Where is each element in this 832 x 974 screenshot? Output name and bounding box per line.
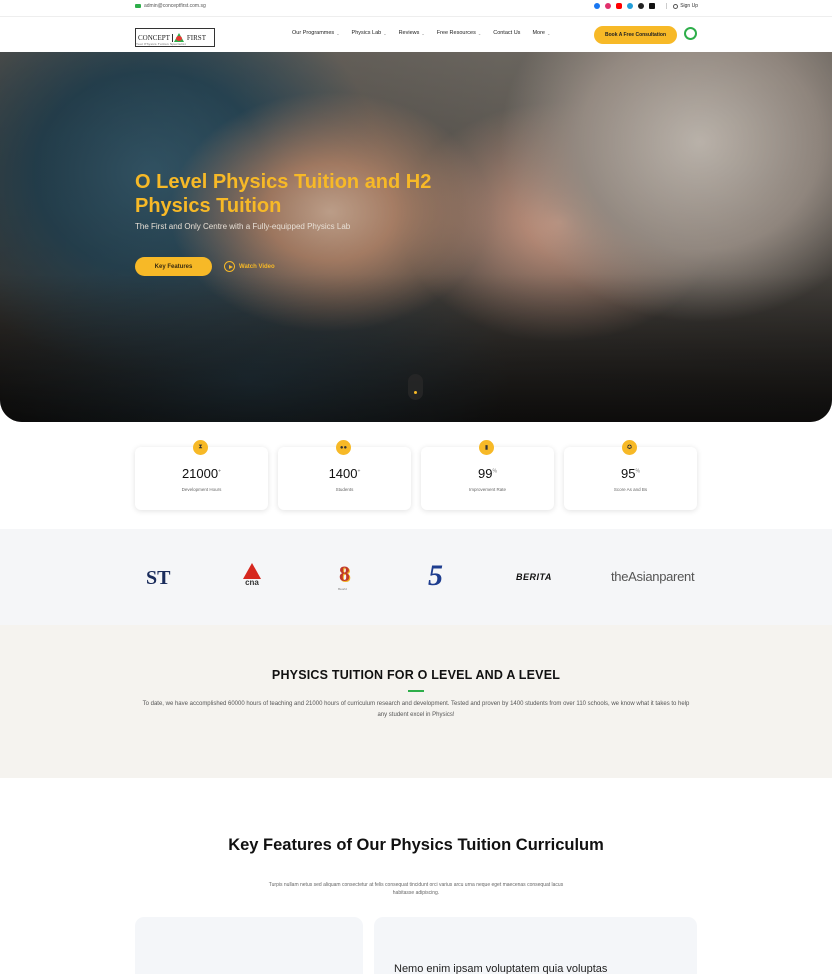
nav-item-contact-us[interactable]: Contact Us bbox=[493, 30, 520, 36]
user-icon bbox=[673, 3, 679, 9]
physics-tuition-section: PHYSICS TUITION FOR O LEVEL AND A LEVEL … bbox=[0, 625, 832, 778]
nav-item-label: Free Resources bbox=[436, 30, 476, 36]
feature-card: Nemo enim ipsam voluptatem quia voluptas bbox=[374, 917, 697, 974]
chevron-down-icon: ⌄ bbox=[383, 30, 387, 36]
chart-icon: ▮ bbox=[479, 440, 494, 455]
channel-8-sub: 8world bbox=[338, 587, 347, 591]
nav-item-label: Contact Us bbox=[493, 30, 521, 36]
cna-mark-icon bbox=[243, 563, 261, 579]
instagram-icon[interactable] bbox=[605, 3, 612, 9]
book-consultation-button[interactable]: Book A Free Consultation bbox=[594, 26, 677, 44]
hero-buttons: Key Features Watch Video bbox=[135, 257, 435, 276]
section-title: PHYSICS TUITION FOR O LEVEL AND A LEVEL bbox=[271, 668, 561, 682]
stat-label: Score As and Bs bbox=[613, 487, 648, 492]
chevron-down-icon: ⌄ bbox=[421, 30, 425, 36]
stat-card: ●● 1400+ Students bbox=[278, 440, 411, 510]
nav-item-physics-lab[interactable]: Physics Lab ⌄ bbox=[352, 30, 387, 36]
channel-8-logo: 8 bbox=[339, 561, 350, 586]
logo-mark-icon bbox=[173, 33, 184, 42]
cna-logo-text: cna bbox=[245, 578, 259, 587]
stat-card: ▮ 99% Improvement Rate bbox=[421, 440, 554, 510]
social-links: Sign Up bbox=[594, 3, 698, 9]
play-icon bbox=[224, 261, 235, 272]
stat-card: ✪ 95% Score As and Bs bbox=[564, 440, 697, 510]
key-features-subtitle: Turpis nullam netus sed aliquam consecte… bbox=[268, 882, 564, 896]
medium-icon[interactable] bbox=[638, 3, 645, 9]
nav-item-label: Our Programmes bbox=[292, 30, 335, 36]
top-bar: admin@conceptfirst.com.sg Sign Up bbox=[0, 0, 832, 16]
nav-item-free-resources[interactable]: Free Resources ⌄ bbox=[437, 30, 482, 36]
hero-title: O Level Physics Tuition and H2 Physics T… bbox=[135, 171, 432, 217]
logo-right-text: FIRST bbox=[186, 33, 206, 42]
stat-number: 95 bbox=[621, 466, 636, 481]
key-features-button[interactable]: Key Features bbox=[135, 257, 212, 276]
stat-suffix: + bbox=[357, 468, 361, 475]
telegram-icon[interactable] bbox=[627, 3, 634, 9]
watch-video-label: Watch Video bbox=[239, 263, 275, 270]
facebook-icon[interactable] bbox=[594, 3, 601, 9]
hero-content: O Level Physics Tuition and H2 Physics T… bbox=[135, 170, 435, 276]
email-text: admin@conceptfirst.com.sg bbox=[144, 3, 206, 9]
stat-value: 99% bbox=[421, 466, 554, 481]
nav-item-label: Reviews bbox=[398, 30, 420, 36]
cna-logo: cna bbox=[241, 563, 263, 589]
nav-item-label: More bbox=[532, 30, 545, 36]
stat-number: 1400 bbox=[328, 466, 358, 481]
stat-label: Development Hours bbox=[181, 487, 222, 492]
mail-icon bbox=[135, 4, 141, 8]
nav-item-reviews[interactable]: Reviews ⌄ bbox=[399, 30, 425, 36]
stat-card: ⧗ 21000+ Development Hours bbox=[135, 440, 268, 510]
stat-suffix: % bbox=[492, 468, 497, 475]
the-asian-parent-logo: theAsianparent bbox=[611, 569, 695, 584]
media-logos-strip: ST cna 8 8world 5 BERITA theAsianparent bbox=[0, 529, 832, 625]
chevron-down-icon: ⌄ bbox=[477, 30, 482, 36]
stat-label: Students bbox=[335, 487, 354, 492]
sign-up-link[interactable]: Sign Up bbox=[666, 3, 698, 9]
stat-number: 99 bbox=[478, 466, 493, 481]
scroll-indicator[interactable] bbox=[408, 374, 423, 400]
logo-left-text: CONCEPT bbox=[136, 33, 173, 42]
nav-item-our-programmes[interactable]: Our Programmes ⌄ bbox=[292, 30, 340, 36]
chevron-down-icon: ⌄ bbox=[546, 30, 551, 36]
title-underline bbox=[408, 690, 424, 692]
nav-menu: Our Programmes ⌄ Physics Lab ⌄ Reviews ⌄ Fr… bbox=[292, 30, 550, 36]
stat-value: 95% bbox=[564, 466, 697, 481]
award-icon: ✪ bbox=[622, 440, 637, 455]
hero-subtitle: The First and Only Centre with a Fully-e… bbox=[135, 222, 351, 231]
stat-value: 21000+ bbox=[135, 466, 268, 481]
main-nav: CONCEPT FIRST Your Physics Tuition Speci… bbox=[0, 16, 832, 52]
stat-suffix: + bbox=[218, 468, 222, 475]
whatsapp-icon[interactable] bbox=[684, 27, 697, 40]
stat-suffix: % bbox=[635, 468, 640, 475]
key-features-section: Key Features of Our Physics Tuition Curr… bbox=[0, 778, 832, 974]
students-icon: ●● bbox=[336, 440, 351, 455]
hourglass-icon: ⧗ bbox=[193, 440, 208, 455]
nav-item-label: Physics Lab bbox=[351, 30, 382, 36]
stats-row: ⧗ 21000+ Development Hours ●● 1400+ Stud… bbox=[135, 440, 697, 510]
stat-number: 21000 bbox=[181, 466, 219, 481]
nav-item-more[interactable]: More ⌄ bbox=[532, 30, 550, 36]
channel-5-logo: 5 bbox=[428, 559, 443, 592]
feature-card bbox=[135, 917, 363, 974]
section-text: To date, we have accomplished 60000 hour… bbox=[142, 701, 690, 718]
sign-up-label: Sign Up bbox=[680, 3, 698, 9]
chevron-down-icon: ⌄ bbox=[336, 30, 340, 36]
youtube-icon[interactable] bbox=[616, 3, 623, 9]
feature-card-text: Nemo enim ipsam voluptatem quia voluptas bbox=[394, 963, 608, 974]
berita-logo: BERITA bbox=[516, 572, 552, 582]
key-features-title: Key Features of Our Physics Tuition Curr… bbox=[228, 836, 604, 854]
watch-video-button[interactable]: Watch Video bbox=[224, 261, 275, 272]
stat-label: Improvement Rate bbox=[468, 487, 506, 492]
contact-email[interactable]: admin@conceptfirst.com.sg bbox=[135, 3, 206, 9]
tiktok-icon[interactable] bbox=[649, 3, 656, 9]
logo-tagline: Your Physics Tuition Specialist bbox=[136, 42, 186, 46]
stat-value: 1400+ bbox=[278, 466, 411, 481]
straits-times-logo: ST bbox=[146, 567, 171, 589]
hero-banner: O Level Physics Tuition and H2 Physics T… bbox=[0, 52, 832, 422]
